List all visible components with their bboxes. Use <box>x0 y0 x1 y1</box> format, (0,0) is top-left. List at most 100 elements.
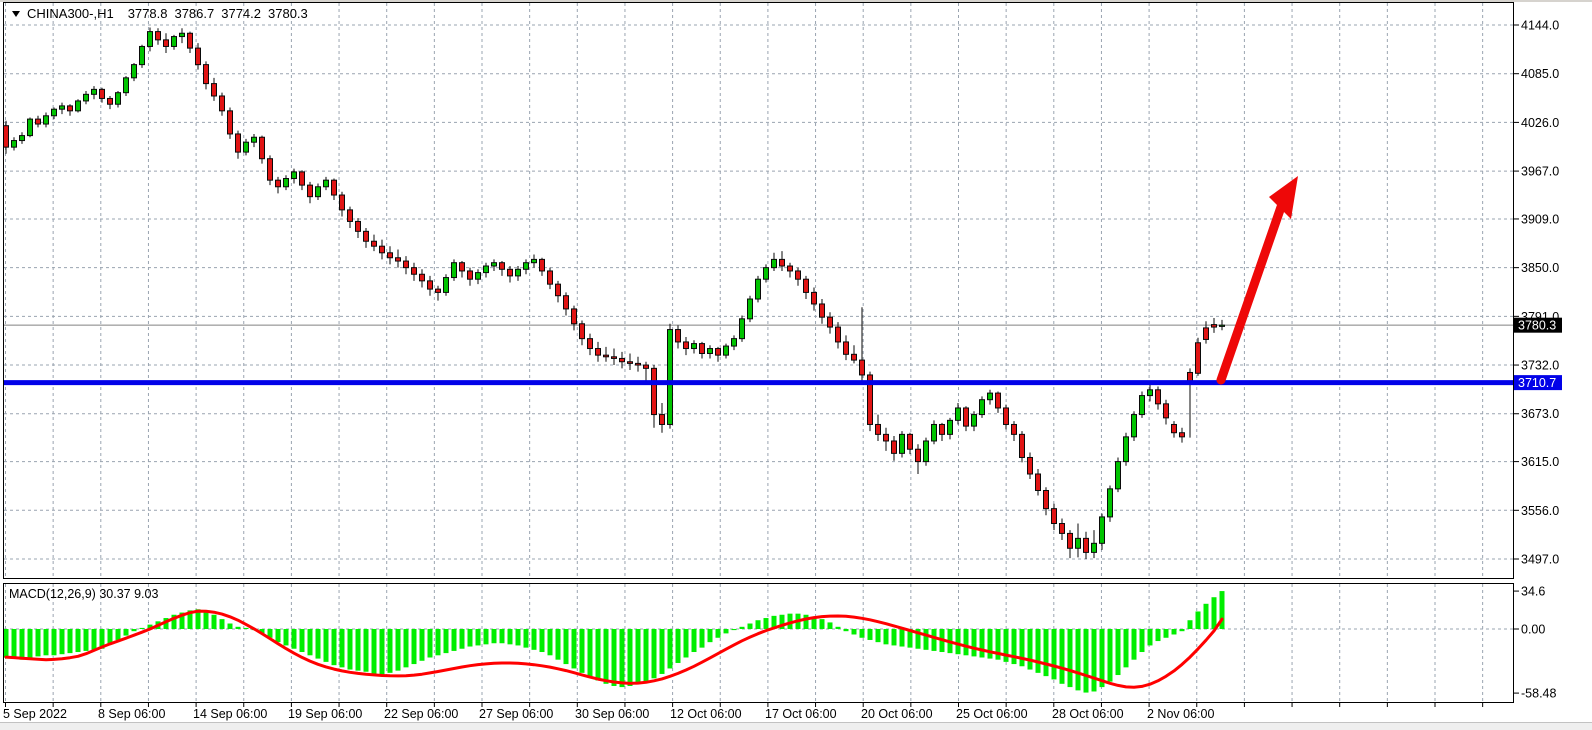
candle-body <box>212 84 217 96</box>
price-tick-label: 3967.0 <box>1521 165 1559 179</box>
macd-histogram-bar <box>1180 629 1185 631</box>
candle-body <box>316 187 321 197</box>
candle-body <box>860 360 865 375</box>
candle-body <box>252 137 257 142</box>
price-axis[interactable]: 4144.04085.04026.03967.03909.03850.03791… <box>1513 0 1592 730</box>
candle-body <box>100 89 105 98</box>
time-tick-label: 5 Sep 2022 <box>3 707 67 721</box>
candle-body <box>1196 343 1201 374</box>
candle-body <box>12 141 17 148</box>
macd-histogram-bar <box>1140 629 1145 652</box>
macd-indicator-panel[interactable]: MACD(12,26,9) 30.37 9.03 <box>3 583 1514 703</box>
candle-body <box>260 137 265 158</box>
macd-histogram-bar <box>1028 629 1033 670</box>
macd-histogram-bar <box>692 629 697 652</box>
macd-histogram-bar <box>20 629 25 660</box>
candle-body <box>36 119 41 124</box>
candle-body <box>532 259 537 262</box>
macd-histogram-bar <box>580 629 585 673</box>
candle-body <box>92 89 97 94</box>
candle-body <box>740 319 745 339</box>
macd-histogram-bar <box>1132 629 1137 660</box>
macd-histogram-bar <box>972 629 977 656</box>
symbol-dropdown-icon[interactable] <box>12 11 20 17</box>
macd-histogram-bar <box>1148 629 1153 645</box>
macd-histogram-bar <box>484 629 489 644</box>
macd-histogram-bar <box>1100 629 1105 687</box>
main-chart-panel[interactable]: CHINA300-,H13778.83786.73774.23780.3 <box>3 2 1514 579</box>
macd-histogram-bar <box>476 629 481 645</box>
macd-histogram-bar <box>868 629 873 640</box>
time-tick-label: 14 Sep 06:00 <box>193 707 267 721</box>
candle-body <box>924 441 929 462</box>
macd-histogram-bar <box>1076 629 1081 690</box>
macd-histogram-bar <box>348 629 353 670</box>
candle-body <box>28 119 33 136</box>
macd-histogram-bar <box>924 629 929 650</box>
macd-histogram-bar <box>36 629 41 656</box>
candle-body <box>372 241 377 246</box>
candle-body <box>1164 404 1169 418</box>
macd-histogram-bar <box>1012 629 1017 664</box>
macd-histogram-bar <box>388 629 393 673</box>
candle-body <box>492 263 497 266</box>
macd-histogram-bar <box>68 629 73 653</box>
macd-histogram-bar <box>1204 604 1209 629</box>
macd-histogram-bar <box>804 615 809 629</box>
candle-body <box>332 180 337 195</box>
macd-histogram-bar <box>468 629 473 647</box>
candle-body <box>844 342 849 354</box>
macd-histogram-bar <box>612 629 617 686</box>
candle-body <box>44 116 49 124</box>
candle-body <box>564 296 569 309</box>
candle-body <box>940 424 945 434</box>
candle-body <box>580 324 585 339</box>
candle-body <box>444 278 449 293</box>
candle-body <box>996 393 1001 408</box>
candle-body <box>404 261 409 268</box>
candle-body <box>180 33 185 36</box>
trend-arrow[interactable] <box>1221 176 1298 380</box>
symbol-label: CHINA300-,H1 <box>27 6 114 21</box>
candle-body <box>1028 457 1033 474</box>
candle-body <box>788 266 793 271</box>
macd-histogram-bar <box>700 629 705 648</box>
macd-histogram-bar <box>708 629 713 642</box>
candle-body <box>796 271 801 279</box>
macd-histogram-bar <box>396 629 401 671</box>
candle-body <box>876 424 881 434</box>
candle-body <box>572 309 577 324</box>
macd-histogram-bar <box>1212 597 1217 629</box>
candle-body <box>268 159 273 180</box>
candle-body <box>292 172 297 179</box>
candle-body <box>732 339 737 346</box>
candle-body <box>132 65 137 78</box>
time-tick-label: 19 Sep 06:00 <box>288 707 362 721</box>
candle-body <box>324 180 329 187</box>
price-tick-label: 3615.0 <box>1521 455 1559 469</box>
macd-histogram-bar <box>660 629 665 674</box>
macd-histogram-bar <box>820 619 825 629</box>
candle-body <box>428 281 433 289</box>
macd-histogram-bar <box>876 629 881 642</box>
macd-histogram-bar <box>684 629 689 657</box>
candle-body <box>588 339 593 349</box>
macd-histogram-bar <box>556 629 561 660</box>
macd-histogram-bar <box>212 615 217 629</box>
macd-histogram-bar <box>372 629 377 674</box>
candle-body <box>284 179 289 187</box>
candlestick-chart <box>4 3 1513 578</box>
macd-histogram-bar <box>676 629 681 663</box>
candle-body <box>116 93 121 105</box>
candle-body <box>76 101 81 111</box>
candle-body <box>772 259 777 267</box>
candle-body <box>1084 538 1089 552</box>
candle-body <box>276 180 281 187</box>
time-axis[interactable]: 5 Sep 20228 Sep 06:0014 Sep 06:0019 Sep … <box>0 702 1592 724</box>
candle-body <box>412 268 417 275</box>
macd-histogram-bar <box>644 629 649 682</box>
macd-histogram-bar <box>364 629 369 672</box>
macd-histogram-bar <box>228 624 233 629</box>
candle-body <box>1076 538 1081 548</box>
candle-body <box>1140 396 1145 415</box>
